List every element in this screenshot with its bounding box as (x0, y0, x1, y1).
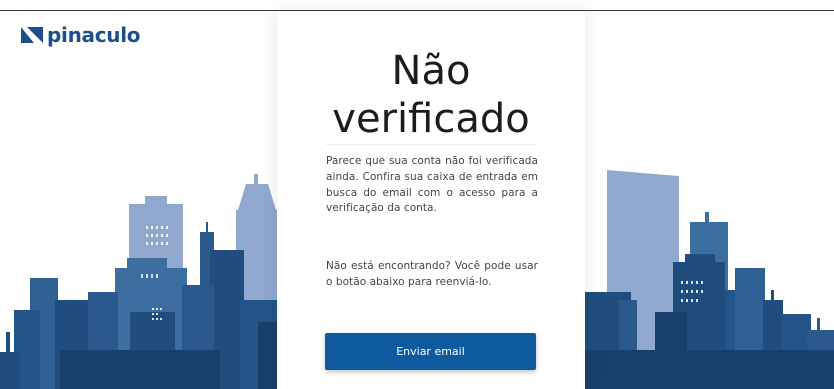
city-skyline-left-illustration (0, 174, 280, 389)
page-title: Não verificado (277, 47, 585, 143)
city-skyline-right-illustration (575, 170, 834, 389)
verification-card: Não verificado Parece que sua conta não … (277, 11, 585, 389)
verification-message: Parece que sua conta não foi verificada … (326, 155, 538, 215)
send-email-button[interactable]: Enviar email (325, 333, 536, 370)
page-title-line-1: Não (391, 48, 471, 94)
resend-hint: Não está encontrando? Você pode usar o b… (326, 260, 538, 288)
page-title-line-2: verificado (332, 96, 530, 142)
title-divider (326, 144, 536, 145)
